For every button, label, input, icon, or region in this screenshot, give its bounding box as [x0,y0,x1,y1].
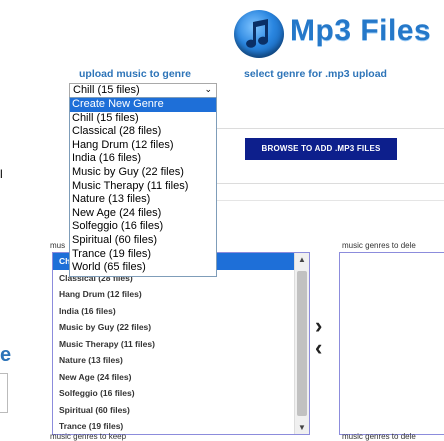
scrollbar-thumb[interactable] [297,271,307,416]
genres-to-keep-list[interactable]: Ch Classical (28 files) Hang Drum (12 fi… [52,252,310,435]
select-genre-caption: select genre for .mp3 upload [244,68,387,80]
logo-title: Mp3 Files [290,14,432,47]
delete-list-footer: music genres to dele [342,432,416,441]
upload-caption: upload music to genre [79,68,192,80]
delete-list-label: music genres to dele [342,241,416,250]
scroll-down-icon[interactable]: ▼ [295,423,309,432]
edge-heading-fragment: e [0,344,12,366]
genre-select-value: Chill (15 files) [73,84,140,96]
genre-dropdown-menu[interactable]: Create New Genre Chill (15 files) Classi… [69,97,217,277]
dropdown-option[interactable]: India (16 files) [70,152,216,166]
dropdown-option[interactable]: Solfeggio (16 files) [70,220,216,234]
browse-mp3-button[interactable]: BROWSE TO ADD .MP3 FILES [245,138,397,160]
list-item[interactable]: Hang Drum (12 files) [53,286,309,303]
dropdown-option[interactable]: World (65 files) [70,261,216,275]
scroll-up-icon[interactable]: ▲ [295,255,309,264]
list-item[interactable]: Solfeggio (16 files) [53,385,309,402]
dropdown-option[interactable]: Nature (13 files) [70,193,216,207]
list-item[interactable]: Spiritual (60 files) [53,402,309,419]
genre-select[interactable]: Chill (15 files) ⌄ [69,83,217,98]
chevron-down-icon: ⌄ [204,84,212,94]
dropdown-option[interactable]: Hang Drum (12 files) [70,139,216,153]
dropdown-option[interactable]: Spiritual (60 files) [70,234,216,248]
keep-list-scrollbar[interactable]: ▲ ▼ [294,253,309,434]
dropdown-option[interactable]: New Age (24 files) [70,207,216,221]
dropdown-option[interactable]: Chill (15 files) [70,112,216,126]
genres-to-delete-list[interactable] [339,252,444,435]
dropdown-option[interactable]: Music Therapy (11 files) [70,180,216,194]
list-item[interactable]: Music Therapy (11 files) [53,336,309,353]
keep-list-label: mus [50,241,66,250]
dropdown-option[interactable]: Classical (28 files) [70,125,216,139]
dropdown-option[interactable]: Music by Guy (22 files) [70,166,216,180]
dropdown-option-create-new-genre[interactable]: Create New Genre [70,98,216,112]
chevron-left-icon[interactable]: ‹ [315,337,322,359]
divider [215,200,444,201]
music-note-icon [234,10,284,58]
list-item[interactable]: New Age (24 files) [53,369,309,386]
dropdown-option[interactable]: Trance (19 files) [70,248,216,262]
edge-text-fragment: l [0,167,3,181]
edge-input-fragment[interactable] [0,373,8,413]
list-item[interactable]: Nature (13 files) [53,352,309,369]
list-item[interactable]: India (16 files) [53,303,309,320]
keep-list-footer: music genres to keep [50,432,127,441]
chevron-right-icon[interactable]: › [315,315,322,337]
list-item[interactable]: Music by Guy (22 files) [53,319,309,336]
